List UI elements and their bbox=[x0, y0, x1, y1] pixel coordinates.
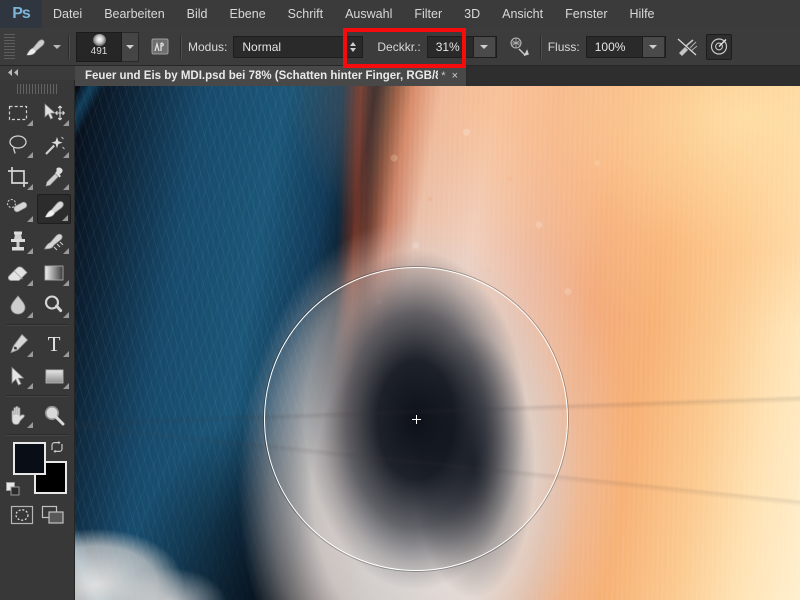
image-canvas[interactable] bbox=[75, 86, 800, 600]
tool-lasso[interactable] bbox=[1, 130, 35, 160]
opacity-field[interactable]: 31% bbox=[427, 36, 497, 58]
canvas-finger-creases bbox=[75, 86, 800, 600]
options-separator-2 bbox=[180, 35, 181, 59]
menu-item-ansicht[interactable]: Ansicht bbox=[491, 0, 554, 28]
tool-path-selection[interactable] bbox=[1, 361, 35, 391]
collapse-arrows-icon[interactable] bbox=[6, 66, 20, 80]
tools-panel-grip[interactable] bbox=[17, 84, 57, 94]
brush-size-chip[interactable]: 491 bbox=[76, 32, 122, 62]
document-tab[interactable]: Feuer und Eis by MDI.psd bei 78% (Schatt… bbox=[75, 66, 467, 86]
tool-brush[interactable] bbox=[37, 194, 71, 224]
blend-mode-label: Modus: bbox=[188, 40, 227, 54]
opacity-label: Deckkr.: bbox=[377, 40, 420, 54]
tool-rectangular-marquee[interactable] bbox=[1, 98, 35, 128]
tool-pen[interactable] bbox=[1, 329, 35, 359]
tool-spot-healing-brush[interactable] bbox=[1, 194, 35, 224]
quick-mask-icon[interactable] bbox=[10, 504, 34, 529]
brush-size-value: 491 bbox=[91, 47, 108, 57]
swap-colors-icon[interactable] bbox=[50, 440, 64, 454]
menu-item-bild[interactable]: Bild bbox=[176, 0, 219, 28]
options-bar-grip[interactable] bbox=[4, 34, 15, 60]
tool-options-bar: 491 Modus: Normal Deckkr.: 31% bbox=[0, 28, 800, 66]
pressure-size-toggle-button[interactable] bbox=[706, 34, 732, 60]
close-icon[interactable]: × bbox=[450, 70, 460, 82]
brush-preset-picker[interactable]: 491 bbox=[76, 32, 139, 62]
brush-tip-preview-icon bbox=[93, 34, 106, 46]
options-separator-1 bbox=[68, 35, 69, 59]
tool-move[interactable] bbox=[37, 98, 71, 128]
tools-divider-3 bbox=[6, 434, 69, 435]
menu-item-ebene[interactable]: Ebene bbox=[219, 0, 277, 28]
menu-bar: Ps Datei Bearbeiten Bild Ebene Schrift A… bbox=[0, 0, 800, 28]
document-tab-bar: Feuer und Eis by MDI.psd bei 78% (Schatt… bbox=[75, 66, 800, 86]
tools-panel-header[interactable] bbox=[0, 66, 75, 80]
airbrush-toggle-button[interactable] bbox=[674, 34, 700, 60]
flow-field[interactable]: 100% bbox=[586, 36, 666, 58]
brush-tool-icon bbox=[22, 35, 48, 59]
menu-item-hilfe[interactable]: Hilfe bbox=[619, 0, 666, 28]
brush-panel-toggle-button[interactable] bbox=[147, 34, 173, 60]
tool-preset-picker[interactable] bbox=[22, 35, 61, 59]
brush-preset-chevron-icon[interactable] bbox=[122, 32, 139, 62]
menu-item-datei[interactable]: Datei bbox=[42, 0, 93, 28]
default-colors-icon[interactable] bbox=[6, 482, 20, 496]
tool-eraser[interactable] bbox=[1, 258, 35, 288]
tool-zoom[interactable] bbox=[37, 400, 71, 430]
tool-blur[interactable] bbox=[1, 290, 35, 320]
menu-item-auswahl[interactable]: Auswahl bbox=[334, 0, 403, 28]
blend-mode-select[interactable]: Normal bbox=[233, 36, 363, 58]
tool-gradient[interactable] bbox=[37, 258, 71, 288]
document-tab-title: Feuer und Eis by MDI.psd bei 78% (Schatt… bbox=[85, 70, 438, 82]
menu-item-3d[interactable]: 3D bbox=[453, 0, 491, 28]
mode-buttons-row bbox=[0, 500, 74, 529]
color-swatches bbox=[0, 438, 75, 500]
tool-rectangle[interactable] bbox=[37, 361, 71, 391]
foreground-color-swatch[interactable] bbox=[13, 442, 46, 475]
tool-dodge[interactable] bbox=[37, 290, 71, 320]
pressure-opacity-toggle-button[interactable] bbox=[507, 34, 533, 60]
tool-preset-chevron-icon[interactable] bbox=[53, 45, 61, 49]
opacity-dropdown-icon[interactable] bbox=[473, 37, 495, 57]
tool-clone-stamp[interactable] bbox=[1, 226, 35, 256]
flow-label: Fluss: bbox=[548, 40, 580, 54]
tools-divider-2 bbox=[6, 395, 69, 396]
tools-panel: T bbox=[0, 66, 75, 600]
tool-type[interactable]: T bbox=[37, 329, 71, 359]
screen-mode-icon[interactable] bbox=[41, 504, 65, 529]
menu-item-schrift[interactable]: Schrift bbox=[277, 0, 334, 28]
tool-grid: T bbox=[0, 97, 75, 431]
tool-history-brush[interactable] bbox=[37, 226, 71, 256]
menu-item-fenster[interactable]: Fenster bbox=[554, 0, 618, 28]
blend-mode-stepper-icon[interactable] bbox=[344, 37, 362, 57]
photoshop-logo: Ps bbox=[0, 0, 42, 28]
opacity-value[interactable]: 31% bbox=[428, 40, 473, 54]
flow-value[interactable]: 100% bbox=[587, 40, 642, 54]
flow-dropdown-icon[interactable] bbox=[642, 37, 664, 57]
options-separator-3 bbox=[540, 35, 541, 59]
tools-divider-1 bbox=[6, 324, 69, 325]
blend-mode-value: Normal bbox=[234, 40, 344, 54]
tool-eyedropper[interactable] bbox=[37, 162, 71, 192]
menu-item-bearbeiten[interactable]: Bearbeiten bbox=[93, 0, 175, 28]
tool-crop[interactable] bbox=[1, 162, 35, 192]
tool-magic-wand[interactable] bbox=[37, 130, 71, 160]
document-modified-marker: * bbox=[441, 70, 445, 82]
menu-item-filter[interactable]: Filter bbox=[403, 0, 453, 28]
tool-hand[interactable] bbox=[1, 400, 35, 430]
